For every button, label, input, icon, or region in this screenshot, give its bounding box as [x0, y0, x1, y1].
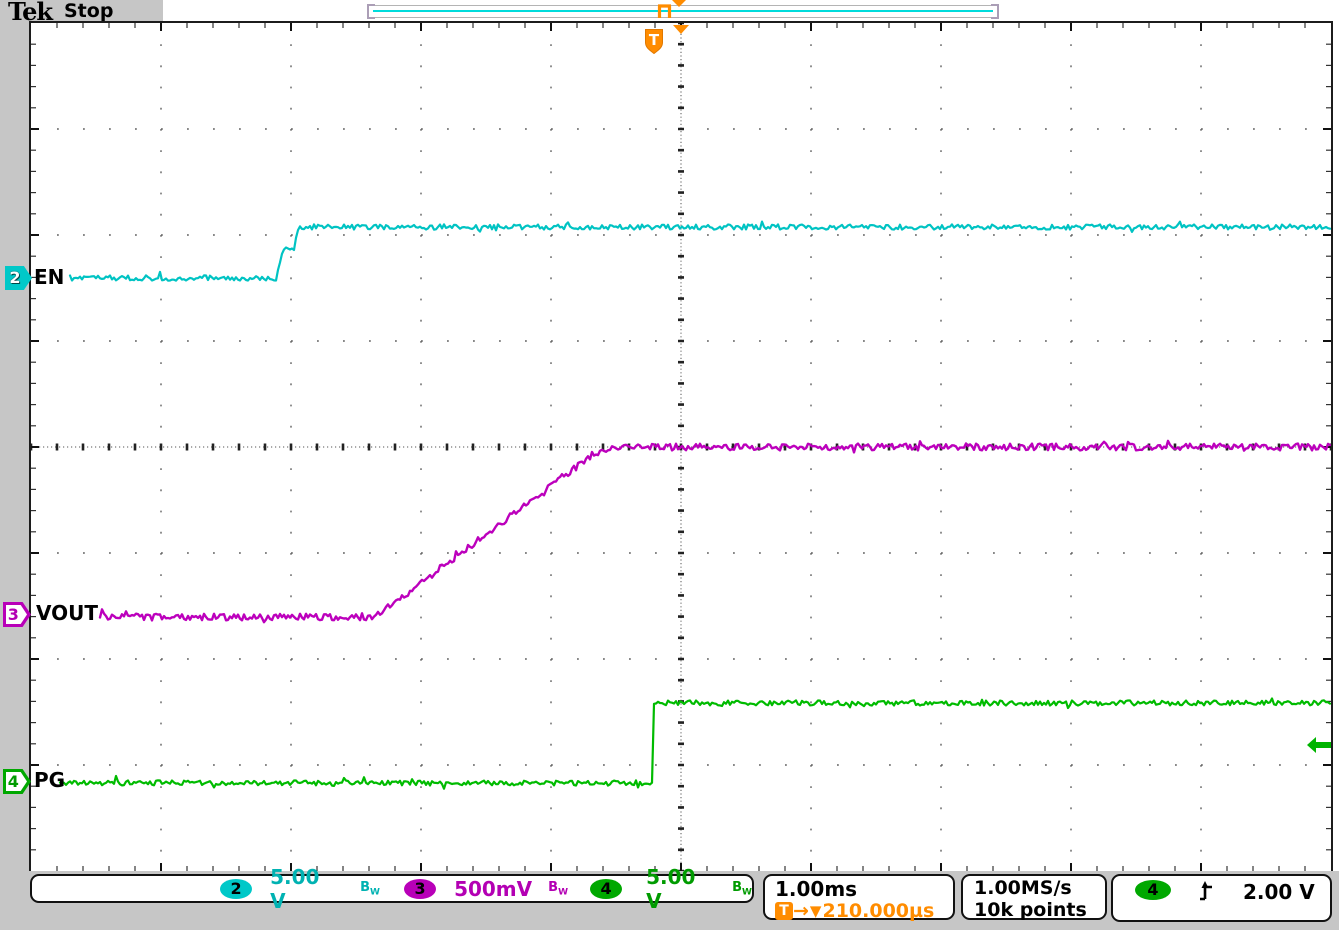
delay-marker-icon: ▼ [810, 902, 822, 920]
record-trigger-marker-icon [656, 4, 673, 19]
trigger-readout-box[interactable]: 4 2.00 V [1111, 874, 1332, 922]
ch3-readout-badge: 3 [404, 879, 436, 899]
channel4-position-badge[interactable]: 4 [3, 769, 31, 794]
record-right-bracket [991, 4, 999, 19]
trigger-source-badge: 4 [1135, 880, 1171, 900]
channel4-badge-number: 4 [3, 769, 24, 794]
acquisition-readout-box[interactable]: 1.00MS/s 10k points [961, 874, 1107, 920]
sample-rate: 1.00MS/s [974, 877, 1105, 899]
oscilloscope-screen: { "title": { "logo": "Tek", "status": "S… [0, 0, 1339, 930]
ch4-bandwidth-icon: BW [732, 880, 752, 898]
vertical-readout-box[interactable]: 2 5.00 V BW 3 500mV BW 4 5.00 V BW [30, 874, 754, 903]
acquisition-status: Stop [64, 0, 113, 22]
record-window-line [373, 10, 993, 12]
ch3-scale: 500mV [454, 877, 532, 901]
channel3-label: VOUT [36, 601, 98, 625]
status-bar: 2 5.00 V BW 3 500mV BW 4 5.00 V BW 1.00m… [0, 871, 1339, 930]
horizontal-readout-box[interactable]: 1.00ms T → ▼ 210.000µs [763, 874, 955, 920]
record-expansion-triangle-icon [672, 0, 686, 7]
en-trace [70, 222, 1330, 281]
ch2-readout-badge: 2 [220, 879, 252, 899]
pg-trace [60, 699, 1330, 789]
ch2-scale: 5.00 V [270, 865, 334, 913]
graticule [29, 21, 1333, 873]
left-margin [0, 23, 29, 871]
channel2-label: EN [34, 265, 64, 289]
record-length: 10k points [974, 899, 1105, 921]
trigger-position-badge[interactable]: T [644, 28, 665, 56]
record-left-bracket [367, 4, 375, 19]
channel2-position-badge[interactable]: 2 [5, 266, 32, 290]
timebase-scale: 1.00ms [775, 877, 953, 901]
ch4-readout-badge: 4 [590, 879, 622, 899]
trigger-level-value: 2.00 V [1243, 880, 1315, 904]
ch4-scale: 5.00 V [646, 865, 710, 913]
trigger-delay-value: 210.000µs [822, 900, 934, 922]
trigger-level-arrow[interactable] [1307, 737, 1331, 753]
ch2-bandwidth-icon: BW [360, 880, 380, 898]
channel4-label: PG [34, 768, 65, 792]
rising-edge-icon [1197, 880, 1215, 902]
channel3-position-badge[interactable]: 3 [3, 602, 31, 627]
channel3-badge-number: 3 [3, 602, 24, 627]
trigger-t-letter: T [649, 31, 660, 49]
vout-trace [100, 441, 1330, 622]
trigger-t-icon: T [775, 902, 793, 920]
waveform-plot [31, 23, 1331, 871]
delay-arrow-icon: → [793, 900, 809, 922]
ch3-bandwidth-icon: BW [548, 880, 568, 898]
expansion-point-triangle-icon [673, 25, 689, 34]
channel2-badge-number: 2 [5, 266, 25, 290]
